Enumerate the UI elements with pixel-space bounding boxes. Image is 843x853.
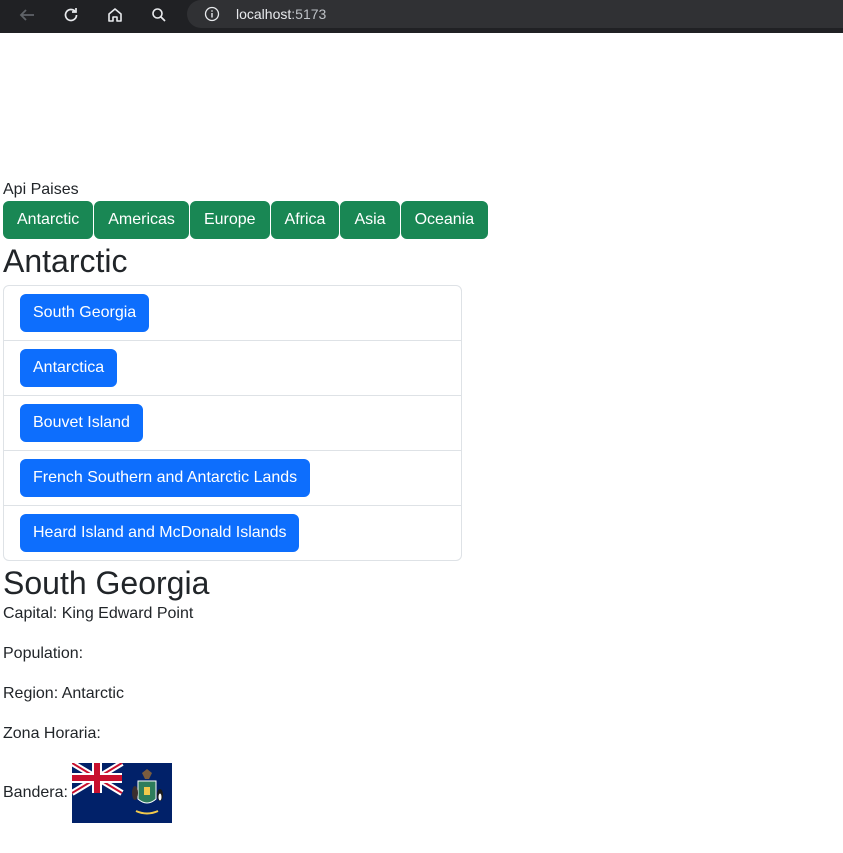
country-capital: Capital: King Edward Point (3, 605, 194, 622)
list-item: Antarctica (4, 341, 461, 396)
country-button-french-southern-lands[interactable]: French Southern and Antarctic Lands (20, 459, 311, 497)
country-flag-row: Bandera: (3, 763, 843, 823)
south-georgia-flag-image (71, 763, 172, 823)
search-icon[interactable] (145, 3, 173, 27)
country-timezone: Zona Horaria: (3, 725, 101, 742)
country-button-south-georgia[interactable]: South Georgia (20, 294, 150, 332)
browser-toolbar: localhost:5173 (0, 0, 843, 33)
flag-label: Bandera: (3, 784, 68, 801)
reload-icon[interactable] (57, 3, 85, 27)
list-item: Heard Island and McDonald Islands (4, 506, 461, 560)
url-port: :5173 (291, 6, 327, 22)
region-button-antarctic[interactable]: Antarctic (3, 201, 94, 239)
app-title: Api Paises (3, 181, 79, 198)
region-button-americas[interactable]: Americas (94, 201, 189, 239)
region-button-africa[interactable]: Africa (270, 201, 340, 239)
page-viewport: Api Paises Antarctic Americas Europe Afr… (3, 33, 843, 853)
list-item: South Georgia (4, 286, 461, 341)
list-item: Bouvet Island (4, 396, 461, 451)
region-button-asia[interactable]: Asia (340, 201, 400, 239)
country-button-antarctica[interactable]: Antarctica (20, 349, 118, 387)
region-button-oceania[interactable]: Oceania (400, 201, 489, 239)
url-host: localhost (236, 6, 292, 22)
country-name-heading: South Georgia (3, 565, 210, 601)
region-button-group: Antarctic Americas Europe Africa Asia Oc… (3, 201, 843, 239)
info-icon[interactable] (204, 6, 220, 22)
country-button-heard-mcdonald[interactable]: Heard Island and McDonald Islands (20, 514, 300, 552)
country-list: South Georgia Antarctica Bouvet Island F… (3, 285, 462, 561)
address-bar[interactable]: localhost:5173 (187, 0, 843, 28)
region-heading: Antarctic (3, 243, 128, 279)
back-arrow-icon[interactable] (13, 3, 41, 27)
country-region: Region: Antarctic (3, 685, 124, 702)
home-icon[interactable] (101, 3, 129, 27)
region-button-europe[interactable]: Europe (189, 201, 270, 239)
list-item: French Southern and Antarctic Lands (4, 451, 461, 506)
url-text: localhost:5173 (236, 6, 326, 22)
country-button-bouvet-island[interactable]: Bouvet Island (20, 404, 143, 442)
country-population: Population: (3, 645, 84, 662)
app-root: Api Paises Antarctic Americas Europe Afr… (3, 179, 843, 823)
